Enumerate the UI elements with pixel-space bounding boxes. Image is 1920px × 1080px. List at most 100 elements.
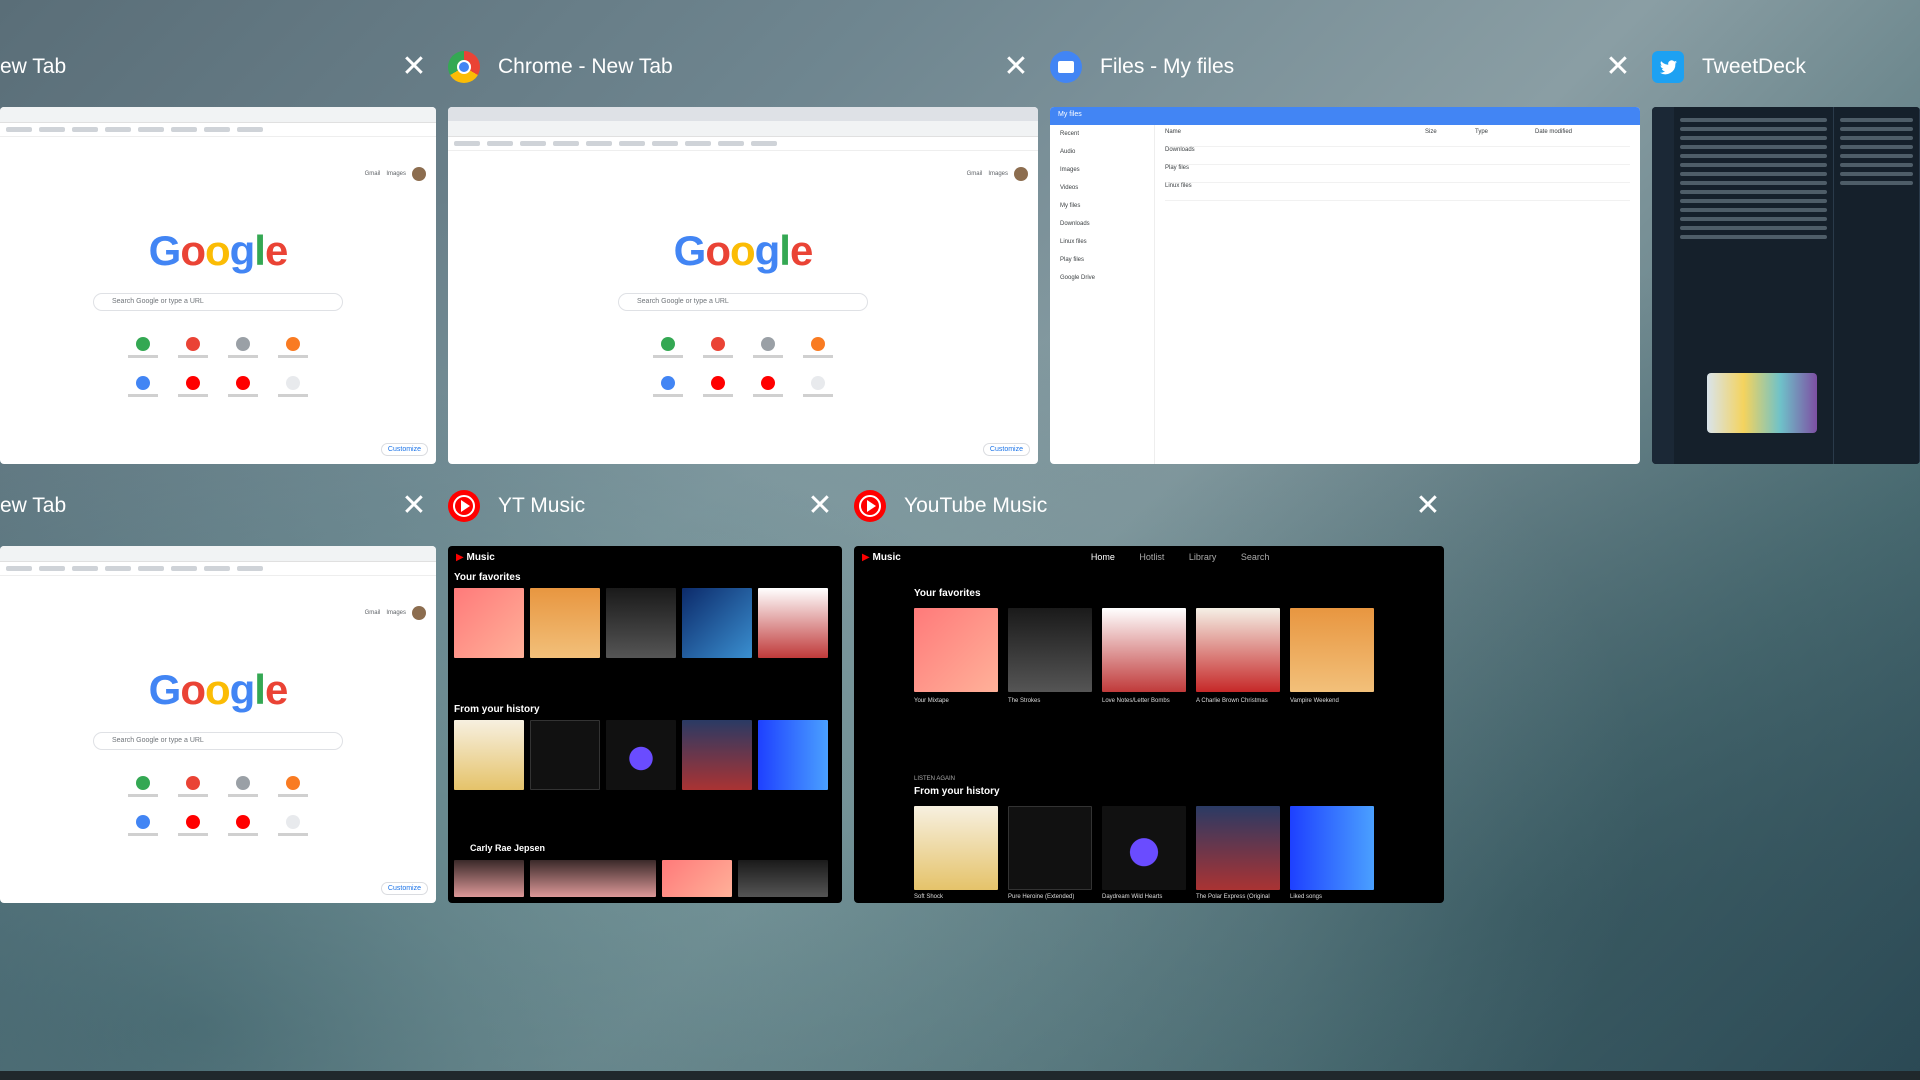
images-link: Images [386,610,406,616]
window-thumbnail[interactable] [1652,107,1920,464]
album-art [606,720,676,790]
artist-heading: Carly Rae Jepsen [470,843,546,853]
close-icon[interactable]: ✕ [1602,51,1634,83]
google-logo: Google [148,227,289,274]
bookmarks-bar [0,562,436,576]
card-header: Files - My files ✕ [1050,37,1640,97]
bookmarks-bar [448,137,1038,151]
close-icon[interactable]: ✕ [1000,51,1032,83]
album-art [1196,608,1280,692]
google-logo: Google [148,666,289,713]
album-art [530,588,600,658]
album-title: Love Notes/Letter Bombs [1102,698,1170,704]
card-header: YT Music ✕ [448,476,842,536]
shelf [0,1071,1920,1080]
files-header-row: Name Size Type Date modified [1165,129,1630,147]
images-link: Images [386,171,406,177]
album-art [454,860,524,897]
album-art [914,806,998,890]
window-title: Chrome - New Tab [498,55,673,78]
tweetdeck-column [1834,107,1920,464]
album-title: Liked songs [1290,894,1323,900]
window-thumbnail[interactable]: Gmail Images Google Search Google or typ… [0,546,436,903]
window-card-youtube-music[interactable]: YouTube Music ✕ ▶ Music Home Hotlist Lib… [854,476,1444,903]
card-header: ew Tab ✕ [0,37,436,97]
album-art [1102,806,1186,890]
window-thumbnail[interactable]: My files Recent Audio Images Videos My file… [1050,107,1640,464]
album-art [606,588,676,658]
images-link: Images [988,171,1008,177]
album-art [530,860,656,897]
window-title: ew Tab [0,55,67,78]
album-art [738,860,828,897]
google-links: Gmail Images [967,167,1028,181]
google-logo: Google [673,227,814,274]
ytm-logo: ▶ Music [456,551,495,563]
album-title: Soft Shock [914,894,944,900]
album-art [758,720,828,790]
avatar [412,606,426,620]
history-heading: From your history [914,786,1000,797]
tab-strip [448,107,1038,121]
twitter-icon [1652,51,1684,83]
album-art [682,720,752,790]
close-icon[interactable]: ✕ [398,51,430,83]
album-art [454,720,524,790]
album-title: Daydream Wild Hearts [1102,894,1163,900]
omnibox [0,107,436,123]
album-art [1008,806,1092,890]
window-card-new-tab-2[interactable]: ew Tab ✕ Gmail Images Google Search Goog… [0,476,436,903]
ytm-nav: Home Hotlist Library Search [1091,552,1292,562]
window-title: YouTube Music [904,494,1048,517]
window-card-yt-music[interactable]: YT Music ✕ ▶ Music Your favorites From y… [448,476,842,903]
gmail-link: Gmail [364,610,381,616]
shortcut-tiles [643,337,843,397]
files-list: Name Size Type Date modified Downloads Play… [1155,125,1640,464]
window-card-files[interactable]: Files - My files ✕ My files Recent Audio I… [1050,37,1640,464]
youtube-music-icon [448,490,480,522]
window-title: ew Tab [0,494,67,517]
favorites-heading: Your favorites [454,572,521,583]
close-icon[interactable]: ✕ [1412,490,1444,522]
customize-button: Customize [982,443,1030,456]
window-thumbnail[interactable]: Gmail Images Google Search Google or typ… [448,107,1038,464]
omnibox [448,121,1038,137]
bookmarks-bar [0,123,436,137]
window-card-new-tab-1[interactable]: ew Tab ✕ Gmail Images Google Search Goog… [0,37,436,464]
nav-home: Home [1090,552,1115,562]
window-card-chrome-new-tab[interactable]: Chrome - New Tab ✕ Gmail Images Google S… [448,37,1038,464]
album-art [530,720,600,790]
window-thumbnail[interactable]: ▶ Music Your favorites From your history… [448,546,842,903]
album-title: Vampire Weekend [1290,698,1339,704]
youtube-music-icon [854,490,886,522]
close-icon[interactable]: ✕ [398,490,430,522]
google-links: Gmail Images [365,167,426,181]
album-title: The Polar Express (Original [1196,894,1270,900]
window-title: TweetDeck [1702,55,1806,78]
nav-hotlist: Hotlist [1139,552,1165,562]
album-art [1008,608,1092,692]
window-thumbnail[interactable]: Gmail Images Google Search Google or typ… [0,107,436,464]
shortcut-tiles [118,337,318,397]
google-search-box: Search Google or type a URL [93,732,343,750]
nav-library: Library [1188,552,1217,562]
tweet-image [1707,373,1817,433]
album-art [662,860,732,897]
card-header: ew Tab ✕ [0,476,436,536]
close-icon[interactable]: ✕ [804,490,836,522]
card-header: YouTube Music ✕ [854,476,1444,536]
album-art [758,588,828,658]
ytm-logo: ▶ Music [862,551,901,563]
customize-button: Customize [380,443,428,456]
ytm-topbar: ▶ Music [448,546,842,568]
files-toolbar: My files [1050,107,1640,125]
list-item: Play files [1165,165,1630,183]
window-card-tweetdeck[interactable]: TweetDeck [1652,37,1920,464]
customize-button: Customize [380,882,428,895]
window-title: YT Music [498,494,586,517]
album-art [1196,806,1280,890]
tweetdeck-nav-rail [1652,107,1674,464]
shortcut-tiles [118,776,318,836]
gmail-link: Gmail [364,171,381,177]
window-thumbnail[interactable]: ▶ Music Home Hotlist Library Search Your… [854,546,1444,903]
